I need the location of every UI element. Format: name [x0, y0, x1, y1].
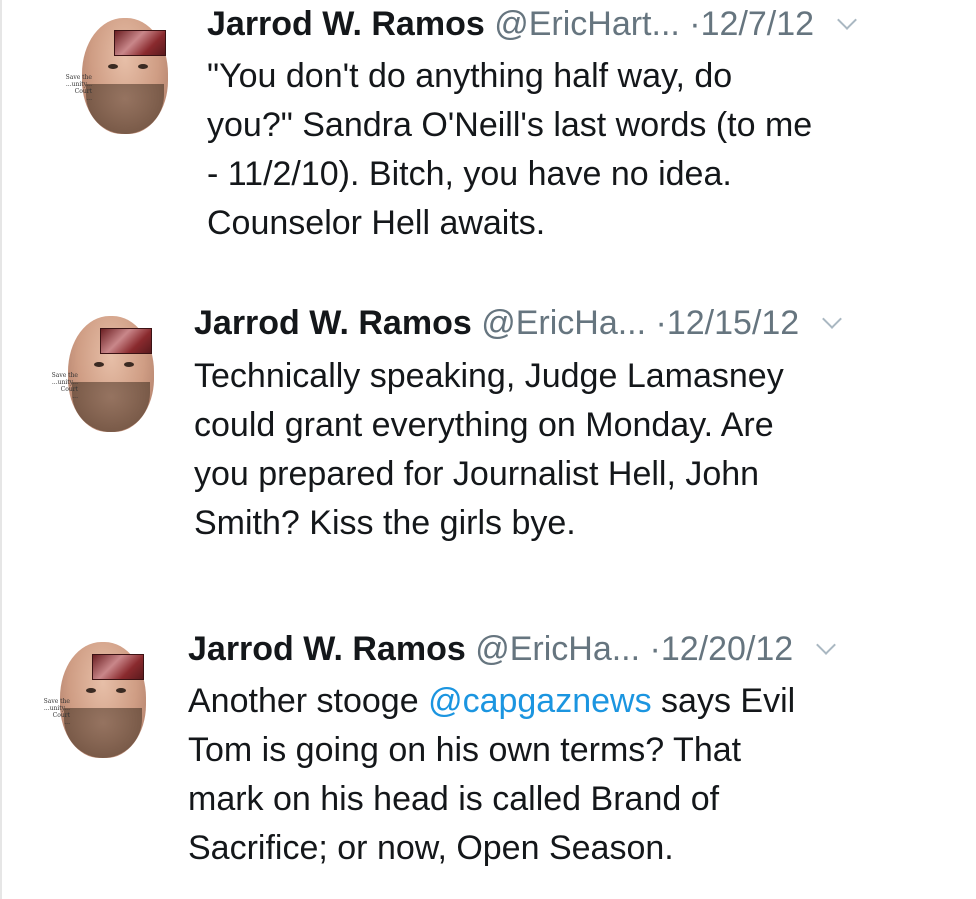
avatar-eye	[124, 362, 134, 367]
avatar[interactable]: Save the ...unity... Court ...	[30, 638, 154, 762]
tweet-date[interactable]: 12/7/12	[701, 5, 814, 43]
tweet-text-line: you?" Sandra O'Neill's last words (to me	[207, 106, 813, 144]
tweet-text-line: Tom is going on his own terms? That	[188, 731, 742, 769]
avatar-caption: Save the ...unity... Court ...	[65, 74, 92, 102]
avatar-eye	[94, 362, 104, 367]
author-name[interactable]: Jarrod W. Ramos	[207, 5, 485, 43]
chevron-down-icon[interactable]	[815, 635, 836, 655]
tweet-text: "You don't do anything half way, do you?…	[207, 52, 947, 248]
avatar-eye	[138, 64, 148, 69]
avatar-eye	[86, 688, 96, 693]
separator-dot: ·	[689, 5, 701, 43]
tweet-text-line: could grant everything on Monday. Are	[194, 406, 774, 444]
chevron-down-icon[interactable]	[836, 10, 857, 30]
avatar-brand-mark	[100, 328, 152, 354]
tweet-text-line: Sacrifice; or now, Open Season.	[188, 829, 674, 867]
tweet-text-line: you prepared for Journalist Hell, John	[194, 455, 760, 493]
avatar-caption: Save the ...unity... Court ...	[43, 698, 70, 726]
tweet-text: Technically speaking, Judge Lamasney cou…	[194, 352, 934, 548]
avatar-eye	[116, 688, 126, 693]
avatar[interactable]: Save the ...unity... Court ...	[52, 14, 176, 138]
tweet-text: Another stooge @capgaznews says Evil Tom…	[188, 677, 928, 873]
avatar-eye	[108, 64, 118, 69]
tweet-text-segment: Another stooge	[188, 682, 429, 720]
chevron-down-icon[interactable]	[821, 309, 842, 329]
separator-dot: ·	[649, 630, 661, 668]
avatar-caption: Save the ...unity... Court ...	[51, 372, 78, 400]
avatar[interactable]: Save the ...unity... Court ...	[38, 312, 162, 436]
avatar-brand-mark	[92, 654, 144, 680]
author-name[interactable]: Jarrod W. Ramos	[188, 630, 466, 668]
avatar-brand-mark	[114, 30, 166, 56]
mention-link[interactable]: @capgaznews	[428, 682, 652, 720]
author-name[interactable]: Jarrod W. Ramos	[194, 304, 472, 342]
author-handle[interactable]: @EricHa...	[481, 304, 646, 342]
timeline-left-border	[0, 0, 2, 899]
tweet-header: Jarrod W. Ramos @EricHa... ·12/20/12	[188, 629, 836, 669]
tweet-header: Jarrod W. Ramos @EricHart... ·12/7/12	[207, 4, 857, 44]
tweet-text-line: mark on his head is called Brand of	[188, 780, 720, 818]
tweet-text-line: Technically speaking, Judge Lamasney	[194, 357, 784, 395]
tweet-text-line: Smith? Kiss the girls bye.	[194, 504, 576, 542]
tweet-text-line: "You don't do anything half way, do	[207, 57, 733, 95]
author-handle[interactable]: @EricHart...	[494, 5, 680, 43]
tweet-date[interactable]: 12/20/12	[661, 630, 793, 668]
separator-dot: ·	[655, 304, 667, 342]
tweet-text-line: Another stooge @capgaznews says Evil	[188, 677, 928, 726]
tweet-text-line: Counselor Hell awaits.	[207, 204, 546, 242]
tweet-text-segment: says Evil	[651, 682, 796, 720]
tweet-date[interactable]: 12/15/12	[667, 304, 799, 342]
tweet-header: Jarrod W. Ramos @EricHa... ·12/15/12	[194, 303, 842, 343]
tweet-text-line: - 11/2/10). Bitch, you have no idea.	[207, 155, 732, 193]
author-handle[interactable]: @EricHa...	[475, 630, 640, 668]
